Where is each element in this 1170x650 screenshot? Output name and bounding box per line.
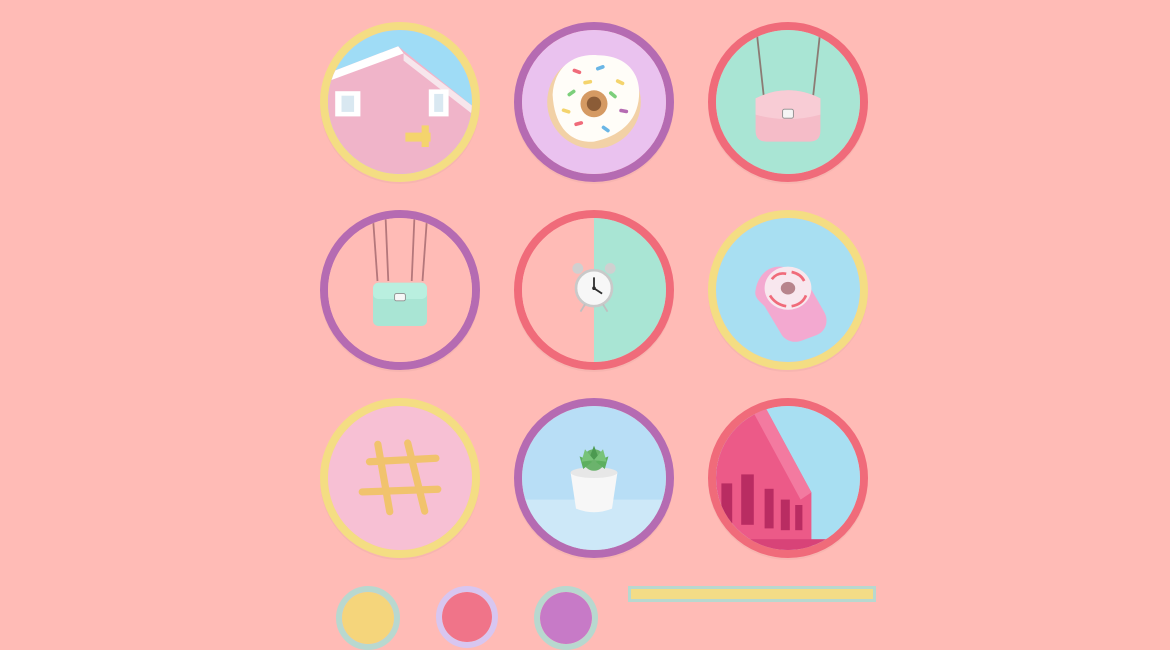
tile-mint-bag — [320, 210, 480, 370]
mint-bag-image — [328, 218, 472, 362]
pink-bag-image — [716, 30, 860, 174]
tile-pink-bag — [708, 22, 868, 182]
pretzel-hashtag-image — [328, 406, 472, 550]
tile-pretzel-hashtag — [320, 398, 480, 558]
mini-circle-2 — [436, 586, 498, 648]
donut-image — [522, 30, 666, 174]
pink-house-image — [328, 30, 472, 174]
pink-building-image — [716, 406, 860, 550]
collage-board — [0, 0, 1170, 650]
tile-clock — [514, 210, 674, 370]
mini-circle-3 — [534, 586, 598, 650]
tile-glove-donut — [708, 210, 868, 370]
tile-pink-house — [320, 22, 480, 182]
glove-donut-image — [716, 218, 860, 362]
mini-circle-1 — [336, 586, 400, 650]
tile-succulent — [514, 398, 674, 558]
tile-pink-building — [708, 398, 868, 558]
clock-image — [522, 218, 666, 362]
succulent-image — [522, 406, 666, 550]
tile-donut — [514, 22, 674, 182]
